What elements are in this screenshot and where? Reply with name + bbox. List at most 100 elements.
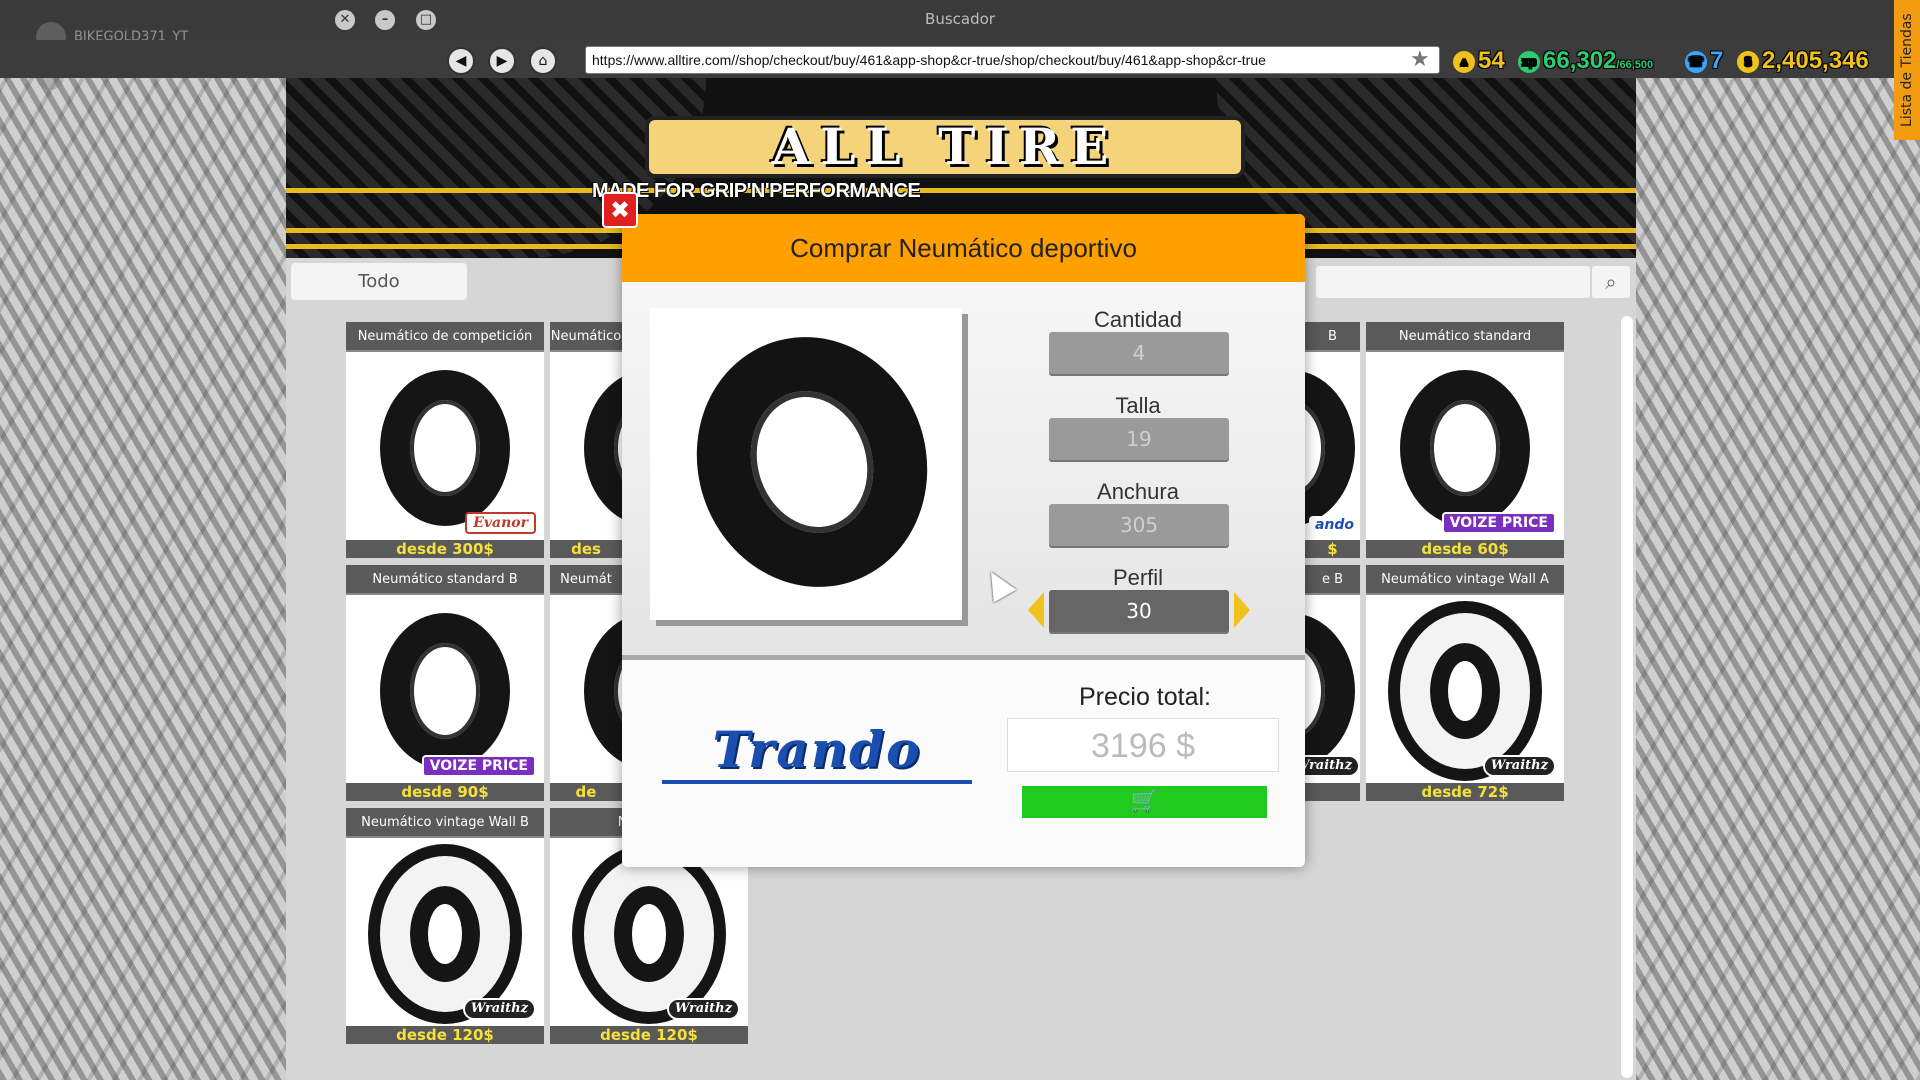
home-icon[interactable]: ⌂: [529, 47, 557, 75]
profile-label: Perfil: [1112, 565, 1164, 590]
product-price: $: [1305, 540, 1360, 558]
product-price: desde 72$: [1366, 783, 1564, 801]
tire-icon: [584, 370, 622, 526]
product-card[interactable]: e B Wraithz: [1305, 565, 1360, 801]
product-card[interactable]: Neumático de competición Evanor desde 30…: [346, 322, 544, 558]
scrollbar[interactable]: [1621, 316, 1633, 1078]
product-image: [550, 352, 622, 540]
product-card[interactable]: Neumático vintage Wall A Wraithz desde 7…: [1366, 565, 1564, 801]
product-image: [550, 595, 622, 783]
product-card[interactable]: B ando $: [1305, 322, 1360, 558]
product-price: desde 300$: [346, 540, 544, 558]
level-display: ▲ 54: [1453, 47, 1505, 75]
brand-logo: Evanor: [465, 512, 536, 534]
tire-icon: [380, 370, 510, 526]
level-value: 54: [1478, 47, 1505, 74]
profile-selector[interactable]: 30: [1049, 590, 1229, 632]
money-icon: $: [1737, 50, 1759, 73]
money-display: $2,405,346: [1737, 47, 1869, 75]
product-title: Neumático standard B: [346, 565, 544, 595]
url-bar[interactable]: https://www.alltire.com//shop/checkout/b…: [585, 46, 1440, 74]
brand-logo: VOIZE PRICE: [421, 755, 536, 777]
product-title: Neumát: [550, 565, 622, 595]
product-image: ando: [1305, 352, 1360, 540]
product-image: Wraithz: [1366, 595, 1564, 783]
banner-stripe: [286, 188, 1636, 193]
brand-logo: Wraithz: [1482, 755, 1556, 777]
product-title: Neumático: [550, 322, 622, 352]
xp-max: /66,500: [1616, 59, 1654, 71]
tire-icon: [1400, 370, 1530, 526]
product-card[interactable]: Neumático des: [550, 322, 622, 558]
calls-display: ☏ 7: [1685, 47, 1723, 75]
product-price: desde 90$: [346, 783, 544, 801]
xp-display: xp 66,302/66,500: [1518, 47, 1653, 75]
tire-icon: [584, 613, 622, 769]
product-price: de: [550, 783, 622, 801]
quantity-label: Cantidad: [1093, 307, 1183, 332]
total-price-label: Precio total:: [1078, 683, 1211, 711]
xp-icon: xp: [1518, 50, 1540, 73]
quantity-field: 4: [1049, 332, 1229, 374]
search-input[interactable]: [1316, 266, 1590, 298]
bookmark-star-icon[interactable]: ★: [1410, 46, 1430, 74]
window-title: Buscador: [925, 10, 995, 28]
whitewall-tire-icon: [584, 856, 714, 1012]
tire-icon: [380, 613, 510, 769]
product-image: Wraithz: [1305, 595, 1360, 783]
brand-logo: Wraithz: [1305, 755, 1360, 777]
product-price: desde 60$: [1366, 540, 1564, 558]
money-value: 2,405,346: [1762, 47, 1869, 74]
tire-icon: [664, 306, 960, 618]
cart-icon: 🛒: [1130, 789, 1159, 814]
alltire-logo: ALL TIRE: [645, 116, 1245, 178]
profile-next-arrow-icon[interactable]: [1234, 592, 1250, 628]
shop-list-tab[interactable]: Lista de Tiendas: [1894, 0, 1920, 140]
close-dialog-button[interactable]: ✖: [602, 192, 638, 228]
product-price: desde 120$: [550, 1026, 748, 1044]
product-image: Wraithz: [346, 838, 544, 1026]
product-card[interactable]: Neumático vintage Wall B Wraithz desde 1…: [346, 808, 544, 1044]
shop-tagline: MADE FOR GRIP'N'PERFORMANCE: [592, 180, 921, 202]
product-card[interactable]: Neumático standard VOIZE PRICE desde 60$: [1366, 322, 1564, 558]
product-price: des: [550, 540, 622, 558]
calls-value: 7: [1710, 47, 1724, 74]
product-title: Neumático de competición: [346, 322, 544, 352]
brand-logo: Trando: [662, 722, 972, 784]
forward-icon[interactable]: ▶: [488, 47, 516, 75]
size-field: 19: [1049, 418, 1229, 460]
product-image: Evanor: [346, 352, 544, 540]
tire-icon: [1305, 370, 1355, 526]
category-filter-button[interactable]: Todo: [291, 263, 467, 300]
product-title: Neumático vintage Wall A: [1366, 565, 1564, 595]
tire-preview-image: [650, 306, 962, 620]
product-card[interactable]: Neumático standard B VOIZE PRICE desde 9…: [346, 565, 544, 801]
phone-icon: ☏: [1685, 50, 1707, 73]
product-image: VOIZE PRICE: [1366, 352, 1564, 540]
brand-logo: Wraithz: [462, 998, 536, 1020]
product-image: VOIZE PRICE: [346, 595, 544, 783]
product-title: Neumático vintage Wall B: [346, 808, 544, 838]
brand-logo: ando: [1308, 516, 1360, 534]
product-title: B: [1305, 322, 1360, 352]
whitewall-tire-icon: [380, 856, 510, 1012]
brand-logo: Wraithz: [666, 998, 740, 1020]
xp-value: 66,302: [1543, 47, 1617, 74]
width-field: 305: [1049, 504, 1229, 546]
total-price-value: 3196 $: [1007, 718, 1279, 772]
width-label: Anchura: [1097, 479, 1179, 504]
whitewall-tire-icon: [1400, 613, 1530, 769]
brand-logo: VOIZE PRICE: [1441, 512, 1556, 534]
product-title: Neumático standard: [1366, 322, 1564, 352]
product-price: [1305, 783, 1360, 801]
product-title: e B: [1305, 565, 1360, 595]
product-price: desde 120$: [346, 1026, 544, 1044]
back-icon[interactable]: ◀: [447, 47, 475, 75]
dialog-title: Comprar Neumático deportivo: [622, 214, 1305, 282]
search-icon[interactable]: ⌕: [1592, 266, 1630, 298]
product-card[interactable]: Neumát de: [550, 565, 622, 801]
tire-icon: [1305, 613, 1355, 769]
buy-cart-button[interactable]: 🛒: [1022, 786, 1267, 818]
level-icon: ▲: [1453, 50, 1475, 73]
profile-prev-arrow-icon[interactable]: [1028, 592, 1044, 628]
